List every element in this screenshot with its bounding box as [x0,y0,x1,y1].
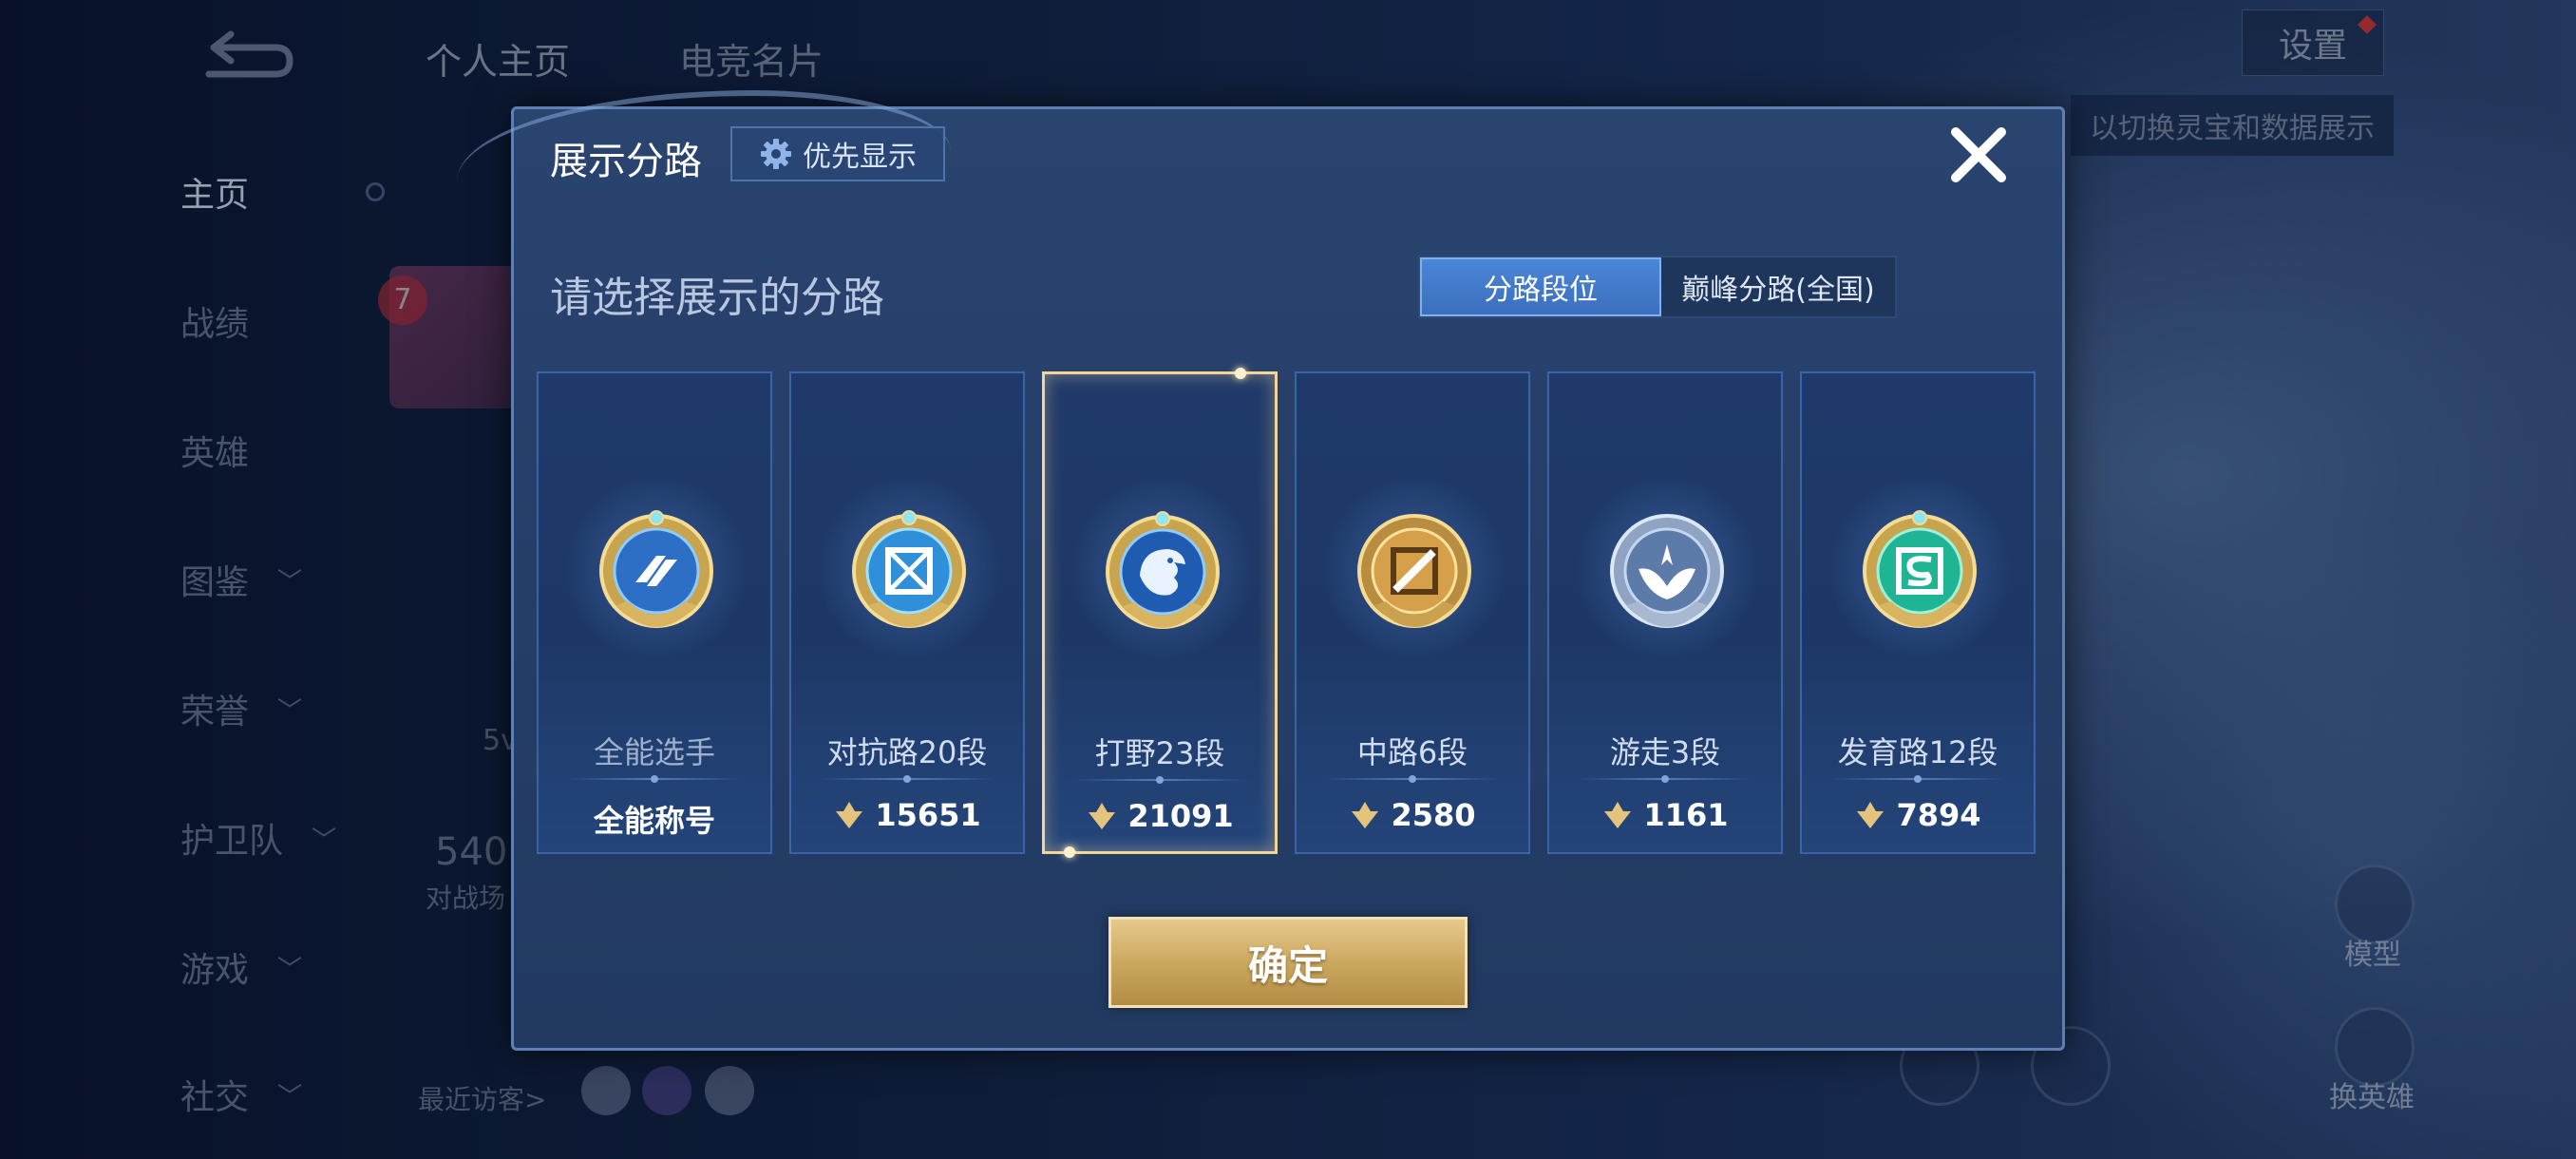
lane-points-icon [1352,802,1379,828]
card-lane-name: 中路6段 [1356,734,1468,770]
card-bottom: 21091 [1045,798,1275,834]
tab-lane-rank[interactable]: 分路段位 [1420,257,1661,316]
card-divider [1073,776,1246,784]
lane-card-roam[interactable]: 游走3段 1161 [1547,371,1783,854]
card-lane-name: 发育路12段 [1837,734,1998,770]
card-points-value: 15651 [875,797,981,833]
card-lane-name: 对抗路20段 [826,734,988,770]
card-divider [1830,775,2005,783]
all-round-emblem-icon [599,510,713,628]
lane-card-all-round[interactable]: 全能选手 全能称号 [537,371,772,854]
card-points-value: 21091 [1127,798,1234,834]
priority-display-button[interactable]: 优先显示 [730,126,945,181]
corner-sparkle [1235,368,1246,379]
lane-card-mid[interactable]: 中路6段 2580 [1295,371,1530,854]
card-bottom: 2580 [1297,797,1528,833]
lane-card-jungle[interactable]: 打野23段 21091 [1042,368,1278,858]
card-points-value: 2580 [1391,797,1476,833]
lane-card-farm[interactable]: 发育路12段 7894 [1800,371,2036,854]
priority-display-label: 优先显示 [803,141,917,174]
jungle-emblem-icon [1106,511,1220,629]
card-bottom: 15651 [791,797,1023,833]
card-bottom: 全能称号 [539,797,770,841]
lane-points-icon [836,802,863,828]
lane-mode-toggle: 分路段位 巅峰分路(全国) [1418,256,1897,318]
mid-lane-emblem-icon [1357,514,1471,628]
corner-sparkle [1064,846,1075,858]
gear-icon [761,139,791,169]
dialog-subtitle: 请选择展示的分路 [550,274,884,322]
tab-peak-lane-national[interactable]: 巅峰分路(全国) [1661,257,1895,316]
card-divider [1578,775,1752,783]
lane-display-dialog: 展示分路 优先显示 请选择展示的分路 分路段位 巅峰分路(全国) 全能选手 全能… [457,90,2065,1051]
confirm-button[interactable]: 确定 [1108,917,1468,1008]
close-icon[interactable] [1944,121,2013,189]
card-lane-name: 打野23段 [1094,735,1225,771]
card-title-value: 全能称号 [593,803,715,839]
card-bottom: 1161 [1549,797,1781,833]
lane-card-clash[interactable]: 对抗路20段 15651 [789,371,1025,854]
card-divider [1325,775,1500,783]
card-divider [820,775,994,783]
card-divider [567,775,742,783]
card-points-value: 7894 [1896,797,1981,833]
card-lane-name: 游走3段 [1609,734,1721,770]
roam-emblem-icon [1610,514,1724,628]
dialog-title: 展示分路 [550,140,702,183]
confirm-label: 确定 [1247,941,1328,989]
clash-lane-emblem-icon [852,510,966,628]
lane-points-icon [1604,802,1632,828]
card-lane-name: 全能选手 [593,734,715,770]
card-points-value: 1161 [1643,797,1729,833]
card-bottom: 7894 [1802,797,2034,833]
lane-points-icon [1089,803,1116,829]
lane-points-icon [1857,802,1885,828]
farm-lane-emblem-icon [1863,510,1977,628]
